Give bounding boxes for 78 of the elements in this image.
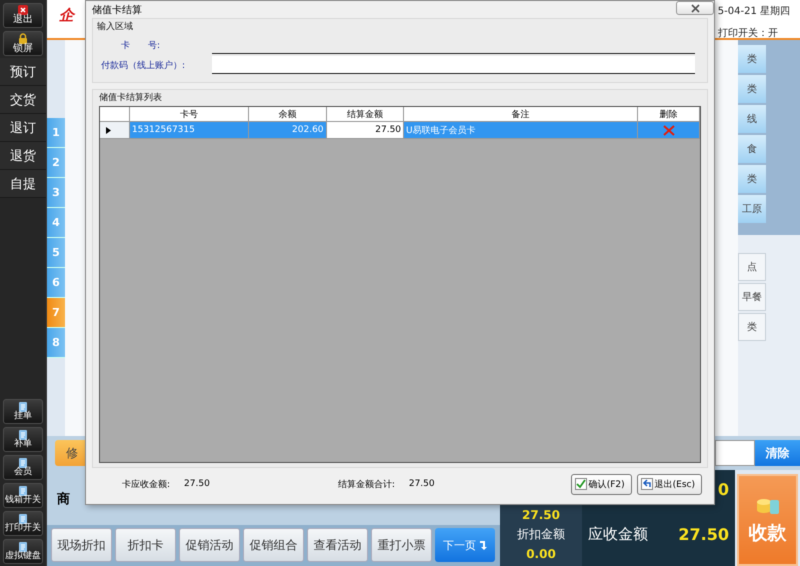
- lock-icon: [18, 32, 28, 44]
- field-label: 付款码（线上账户）:: [100, 60, 186, 72]
- due-label: 应收金额: [588, 525, 648, 544]
- column-header: 卡号: [130, 107, 250, 122]
- category-button[interactable]: 类: [738, 165, 766, 193]
- category-button[interactable]: 类: [738, 75, 766, 103]
- table-cell: 15312567315: [130, 122, 250, 139]
- column-header: 删除: [638, 107, 700, 122]
- toolbar-button[interactable]: 现场折扣: [51, 528, 112, 562]
- close-icon: [18, 5, 28, 16]
- page-icon: [18, 514, 28, 524]
- category-button[interactable]: 早餐: [738, 283, 766, 311]
- column-header: 余额: [249, 107, 327, 122]
- due-value: 27.50: [184, 479, 210, 489]
- confirm-button[interactable]: 确认(F2): [570, 474, 632, 494]
- table-cell: 202.60: [249, 122, 327, 139]
- table-cell: U易联电子会员卡: [404, 122, 638, 139]
- close-button[interactable]: [676, 1, 714, 15]
- sidebar-button[interactable]: 补单: [3, 427, 43, 452]
- category-button[interactable]: 线: [738, 105, 766, 133]
- category-button[interactable]: 食: [738, 135, 766, 163]
- sidebar-button[interactable]: 虚拟键盘: [3, 539, 43, 564]
- date-text: 5-04-21 星期四: [718, 4, 790, 18]
- menu-item[interactable]: 预订: [0, 58, 46, 86]
- menu-item[interactable]: 自提: [0, 170, 46, 198]
- logo-text: 企: [58, 5, 74, 26]
- page-icon: [18, 486, 28, 496]
- input-field[interactable]: [212, 56, 695, 74]
- page-icon: [18, 458, 28, 468]
- toolbar-button[interactable]: 折扣卡: [115, 528, 176, 562]
- sidebar-button[interactable]: 钱箱开关: [3, 483, 43, 508]
- amount-cell[interactable]: 27.50: [326, 122, 404, 139]
- print-status-text: 打印开关：开: [718, 26, 779, 40]
- discount-value: 0.00: [526, 547, 556, 561]
- input-field[interactable]: [715, 440, 755, 466]
- clear-button[interactable]: 清除: [755, 440, 800, 466]
- total-value: 0: [718, 480, 729, 499]
- sidebar-button[interactable]: 退出: [3, 3, 43, 28]
- next-page-button[interactable]: 下一页: [435, 528, 495, 562]
- toolbar-button[interactable]: 重打小票: [371, 528, 432, 562]
- group-title: 储值卡结算列表: [99, 92, 163, 105]
- category-button[interactable]: 类: [738, 45, 766, 73]
- sidebar-button[interactable]: 挂单: [3, 399, 43, 424]
- goods-label: 商: [57, 492, 70, 507]
- pointer-icon: [106, 126, 111, 134]
- exit-button[interactable]: 退出(Esc): [636, 474, 702, 494]
- header-cell: [100, 107, 130, 122]
- discount-label: 折扣金额: [517, 526, 565, 543]
- page-icon: [18, 402, 28, 412]
- toolbar-button[interactable]: 查看活动: [307, 528, 368, 562]
- amount-value: 27.50: [522, 508, 560, 522]
- sidebar-button[interactable]: 锁屏: [3, 31, 43, 56]
- category-button[interactable]: 点: [738, 253, 766, 281]
- total-value: 27.50: [408, 479, 435, 489]
- close-icon: [690, 4, 700, 12]
- back-arrow-icon: [640, 478, 653, 490]
- category-button[interactable]: 类: [738, 313, 766, 341]
- toolbar-button[interactable]: 促销活动: [179, 528, 240, 562]
- total-label: 结算金额合计:: [338, 478, 395, 490]
- due-label: 卡应收金额:: [122, 478, 170, 490]
- turn-arrow-icon: [479, 540, 487, 550]
- menu-item[interactable]: 交货: [0, 86, 46, 114]
- checkmark-icon: [574, 478, 587, 490]
- page-icon: [18, 542, 28, 552]
- column-header: 备注: [404, 107, 638, 122]
- dialog-title: 储值卡结算: [92, 4, 142, 17]
- page-icon: [18, 430, 28, 440]
- sidebar-button[interactable]: 打印开关: [3, 511, 43, 536]
- menu-item[interactable]: 退货: [0, 142, 46, 170]
- field-label: 卡 号:: [120, 40, 162, 52]
- due-value: 27.50: [678, 525, 729, 544]
- table-row[interactable]: 15312567315 202.60 27.50 U易联电子会员卡: [100, 122, 700, 139]
- toolbar-button[interactable]: 促销组合: [243, 528, 304, 562]
- group-title: 输入区域: [97, 20, 134, 34]
- sidebar-button[interactable]: 会员: [3, 455, 43, 480]
- menu-item[interactable]: 退订: [0, 114, 46, 142]
- column-header: 结算金额: [326, 107, 404, 122]
- category-button[interactable]: 工原: [738, 195, 766, 223]
